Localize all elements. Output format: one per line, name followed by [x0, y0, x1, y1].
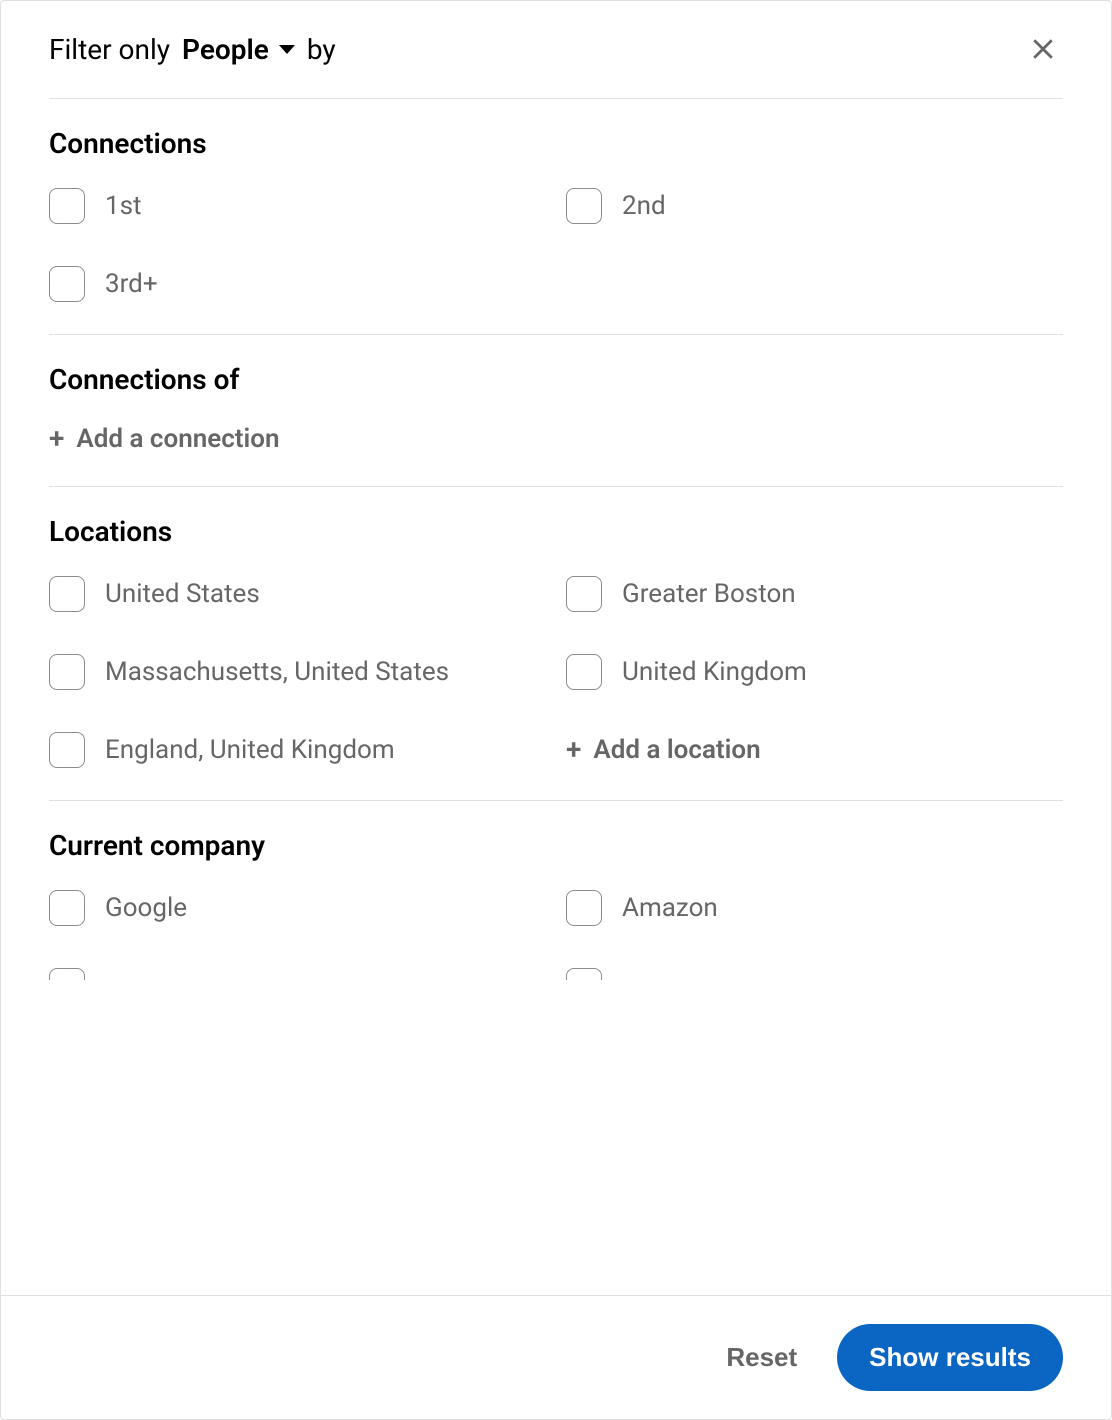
modal-header: Filter only People by	[1, 1, 1111, 98]
checkbox-2nd[interactable]	[566, 188, 602, 224]
plus-icon: +	[566, 736, 581, 764]
modal-content: Connections 1st 2nd 3rd+ Connections of	[1, 98, 1111, 1295]
locations-options: United States Greater Boston Massachuset…	[49, 576, 1063, 768]
section-title-connections-of: Connections of	[49, 363, 1063, 396]
partial-row-cutoff	[49, 968, 1063, 980]
add-connection-button[interactable]: + Add a connection	[49, 424, 1063, 454]
checkbox-massachusetts[interactable]	[49, 654, 85, 690]
option-2nd: 2nd	[566, 188, 1063, 224]
company-options: Google Amazon	[49, 890, 1063, 926]
entity-dropdown[interactable]: People	[182, 33, 295, 66]
header-title-row: Filter only People by	[49, 33, 336, 66]
show-results-button[interactable]: Show results	[837, 1324, 1063, 1391]
add-connection-label: Add a connection	[76, 424, 279, 454]
modal-footer: Reset Show results	[1, 1295, 1111, 1419]
checkbox-amazon[interactable]	[566, 890, 602, 926]
section-connections-of: Connections of + Add a connection	[49, 335, 1063, 487]
checkbox-england-uk[interactable]	[49, 732, 85, 768]
reset-button[interactable]: Reset	[714, 1334, 809, 1381]
option-united-states: United States	[49, 576, 546, 612]
filter-modal: Filter only People by Connections 1st 2n…	[0, 0, 1112, 1420]
filter-only-label: Filter only	[49, 33, 170, 66]
section-current-company: Current company Google Amazon	[49, 801, 1063, 1012]
option-label: 3rd+	[105, 269, 158, 299]
connections-options: 1st 2nd 3rd+	[49, 188, 1063, 302]
section-locations: Locations United States Greater Boston M…	[49, 487, 1063, 801]
close-button[interactable]	[1023, 29, 1063, 69]
section-title-connections: Connections	[49, 127, 1063, 160]
option-label: Greater Boston	[622, 579, 796, 609]
checkbox-partial[interactable]	[49, 968, 85, 980]
option-england-uk: England, United Kingdom	[49, 732, 546, 768]
option-1st: 1st	[49, 188, 546, 224]
option-greater-boston: Greater Boston	[566, 576, 1063, 612]
option-label: England, United Kingdom	[105, 735, 395, 765]
section-connections: Connections 1st 2nd 3rd+	[49, 98, 1063, 335]
section-title-locations: Locations	[49, 515, 1063, 548]
add-location-button[interactable]: + Add a location	[566, 732, 1063, 768]
checkbox-partial[interactable]	[566, 968, 602, 980]
option-3rd-plus: 3rd+	[49, 266, 546, 302]
checkbox-1st[interactable]	[49, 188, 85, 224]
plus-icon: +	[49, 425, 64, 453]
checkbox-3rd-plus[interactable]	[49, 266, 85, 302]
checkbox-google[interactable]	[49, 890, 85, 926]
option-united-kingdom: United Kingdom	[566, 654, 1063, 690]
checkbox-united-kingdom[interactable]	[566, 654, 602, 690]
option-label: Google	[105, 893, 187, 923]
checkbox-greater-boston[interactable]	[566, 576, 602, 612]
option-label: United Kingdom	[622, 657, 807, 687]
entity-label: People	[182, 33, 269, 66]
option-label: 1st	[105, 191, 142, 221]
checkbox-united-states[interactable]	[49, 576, 85, 612]
option-label: 2nd	[622, 191, 666, 221]
option-massachusetts: Massachusetts, United States	[49, 654, 546, 690]
add-location-label: Add a location	[593, 735, 760, 765]
caret-down-icon	[279, 45, 295, 54]
close-icon	[1028, 34, 1058, 64]
section-title-current-company: Current company	[49, 829, 1063, 862]
option-label: Amazon	[622, 893, 718, 923]
option-label: Massachusetts, United States	[105, 657, 449, 687]
by-label: by	[307, 33, 336, 66]
option-amazon: Amazon	[566, 890, 1063, 926]
option-label: United States	[105, 579, 260, 609]
option-google: Google	[49, 890, 546, 926]
